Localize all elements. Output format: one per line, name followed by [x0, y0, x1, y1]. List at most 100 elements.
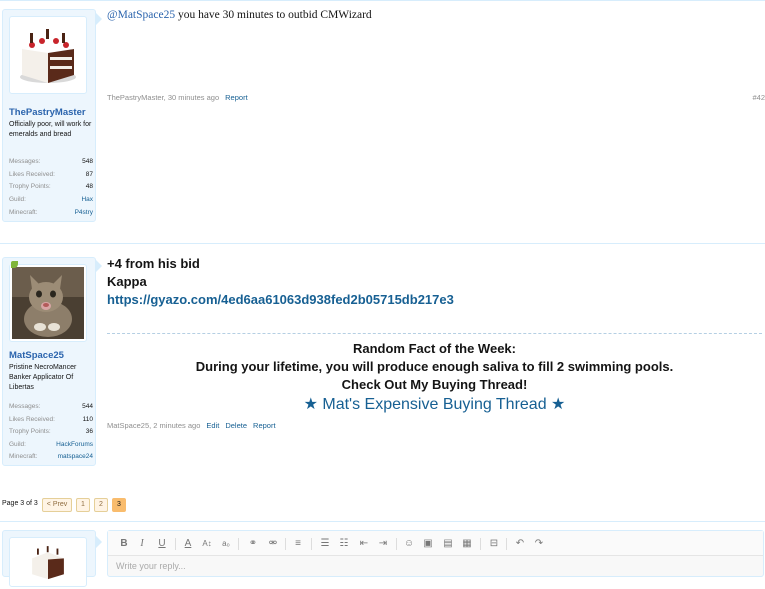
page-1-button[interactable]: 1 — [76, 498, 90, 512]
author-time[interactable]: ThePastryMaster, 30 minutes ago — [107, 93, 219, 102]
insert-icon[interactable]: ▦ — [460, 537, 474, 551]
stat-label: Minecraft: — [9, 453, 38, 460]
stat-likes: Likes Received: 110 — [9, 414, 93, 426]
stat-trophy: Trophy Points: 36 — [9, 426, 93, 438]
avatar[interactable] — [9, 16, 87, 94]
toolbar-separator — [311, 538, 312, 550]
stat-value: 110 — [82, 416, 93, 423]
page-label: Page 3 of 3 — [2, 500, 38, 507]
media-icon[interactable]: ▤ — [441, 537, 455, 551]
stat-value: 36 — [85, 428, 93, 435]
post-separator — [0, 521, 765, 522]
stat-value: 87 — [85, 171, 93, 178]
author-time[interactable]: MatSpace25, 2 minutes ago — [107, 421, 200, 430]
signature-cta: Check Out My Buying Thread! — [341, 377, 528, 392]
toolbar-separator — [175, 538, 176, 550]
post-separator — [0, 0, 765, 1]
reply-user-block — [2, 530, 96, 587]
toolbar-separator — [480, 538, 481, 550]
edit-link[interactable]: Edit — [206, 421, 219, 430]
report-link[interactable]: Report — [225, 93, 248, 102]
toolbar-separator — [396, 538, 397, 550]
stat-value: 548 — [82, 158, 93, 165]
stat-trophy: Trophy Points: 48 — [9, 181, 93, 193]
image-icon[interactable]: ▣ — [421, 537, 435, 551]
stat-messages: Messages: 548 — [9, 156, 93, 168]
stat-label: Messages: — [9, 158, 41, 165]
reply-placeholder[interactable]: Write your reply... — [116, 561, 186, 571]
toolbar-separator — [506, 538, 507, 550]
post-separator — [0, 243, 765, 244]
message-line: Kappa — [107, 274, 147, 289]
cake-avatar-image — [12, 19, 84, 91]
stat-value: 544 — [82, 403, 93, 410]
user-info-block: MatSpace25 Pristine NecroMancer Banker A… — [2, 257, 96, 466]
page-3-button[interactable]: 3 — [112, 498, 126, 512]
stat-minecraft-link[interactable]: matspace24 — [58, 451, 93, 463]
delete-link[interactable]: Delete — [225, 421, 247, 430]
post-number[interactable]: #42 — [752, 93, 765, 102]
stat-label: Trophy Points: — [9, 428, 51, 435]
message-meta: MatSpace25, 2 minutes ago Edit Delete Repor… — [107, 421, 276, 430]
stat-label: Trophy Points: — [9, 183, 51, 190]
username[interactable]: MatSpace25 — [9, 350, 64, 361]
stat-guild: Guild: Hax — [9, 194, 93, 206]
message-meta: ThePastryMaster, 30 minutes ago Report — [107, 93, 248, 102]
signature-fact: During your lifetime, you will produce e… — [195, 359, 674, 374]
undo-icon[interactable]: ↶ — [513, 537, 527, 551]
message-arrow — [95, 12, 102, 26]
message-line: +4 from his bid — [107, 256, 200, 271]
avatar[interactable] — [9, 264, 87, 342]
user-info-block: ThePastryMaster Officially poor, will wo… — [2, 9, 96, 222]
stat-label: Messages: — [9, 403, 41, 410]
text-color-icon[interactable]: A — [181, 537, 195, 551]
stat-guild: Guild: HackForums — [9, 439, 93, 451]
outdent-icon[interactable]: ⇤ — [357, 537, 371, 551]
toolbar-separator — [285, 538, 286, 550]
username[interactable]: ThePastryMaster — [9, 107, 86, 118]
user-title: Pristine NecroMancer Banker Applicator O… — [9, 364, 77, 391]
cake-avatar-image — [26, 540, 70, 584]
message-arrow — [95, 259, 102, 273]
italic-icon[interactable]: I — [135, 537, 149, 551]
stat-value: 48 — [85, 183, 93, 190]
stat-label: Guild: — [9, 441, 26, 448]
indent-icon[interactable]: ⇥ — [376, 537, 390, 551]
signature-divider — [107, 333, 762, 334]
prev-page-button[interactable]: < Prev — [42, 498, 72, 512]
link-icon[interactable]: ⚭ — [246, 537, 260, 551]
numbered-list-icon[interactable]: ☷ — [337, 537, 351, 551]
smilie-icon[interactable]: ☺ — [402, 537, 416, 551]
message-arrow — [95, 535, 102, 549]
font-family-icon[interactable]: a₀ — [219, 537, 233, 551]
report-link[interactable]: Report — [253, 421, 276, 430]
stat-minecraft: Minecraft: matspace24 — [9, 451, 93, 463]
save-draft-icon[interactable]: ⊟ — [487, 537, 501, 551]
message-body: +4 from his bid Kappa https://gyazo.com/… — [107, 255, 454, 309]
stat-minecraft: Minecraft: P4stry — [9, 207, 93, 219]
stat-messages: Messages: 544 — [9, 401, 93, 413]
font-size-icon[interactable]: A↕ — [200, 537, 214, 551]
bold-icon[interactable]: B — [117, 537, 131, 551]
stat-guild-link[interactable]: HackForums — [56, 439, 93, 451]
align-icon[interactable]: ≡ — [291, 537, 305, 551]
stat-minecraft-link[interactable]: P4stry — [75, 207, 93, 219]
message-body: @MatSpace25 you have 30 minutes to outbi… — [107, 9, 372, 21]
user-mention-link[interactable]: @MatSpace25 — [107, 9, 175, 21]
stat-likes: Likes Received: 87 — [9, 169, 93, 181]
buying-thread-link[interactable]: ★ Mat's Expensive Buying Thread ★ — [107, 394, 762, 416]
bullet-list-icon[interactable]: ☰ — [318, 537, 332, 551]
underline-icon[interactable]: U — [155, 537, 169, 551]
message-text: you have 30 minutes to outbid CMWizard — [175, 9, 372, 21]
user-title: Officially poor, will work for emeralds … — [9, 121, 92, 138]
gyazo-link[interactable]: https://gyazo.com/4ed6aa61063d938fed2b05… — [107, 291, 454, 309]
stat-label: Minecraft: — [9, 209, 38, 216]
redo-icon[interactable]: ↷ — [532, 537, 546, 551]
stat-guild-link[interactable]: Hax — [81, 194, 93, 206]
page-2-button[interactable]: 2 — [94, 498, 108, 512]
signature: Random Fact of the Week: During your lif… — [107, 340, 762, 416]
unlink-icon[interactable]: ⚮ — [266, 537, 280, 551]
signature-title: Random Fact of the Week: — [352, 341, 516, 356]
avatar — [9, 537, 87, 587]
toolbar-separator — [238, 538, 239, 550]
